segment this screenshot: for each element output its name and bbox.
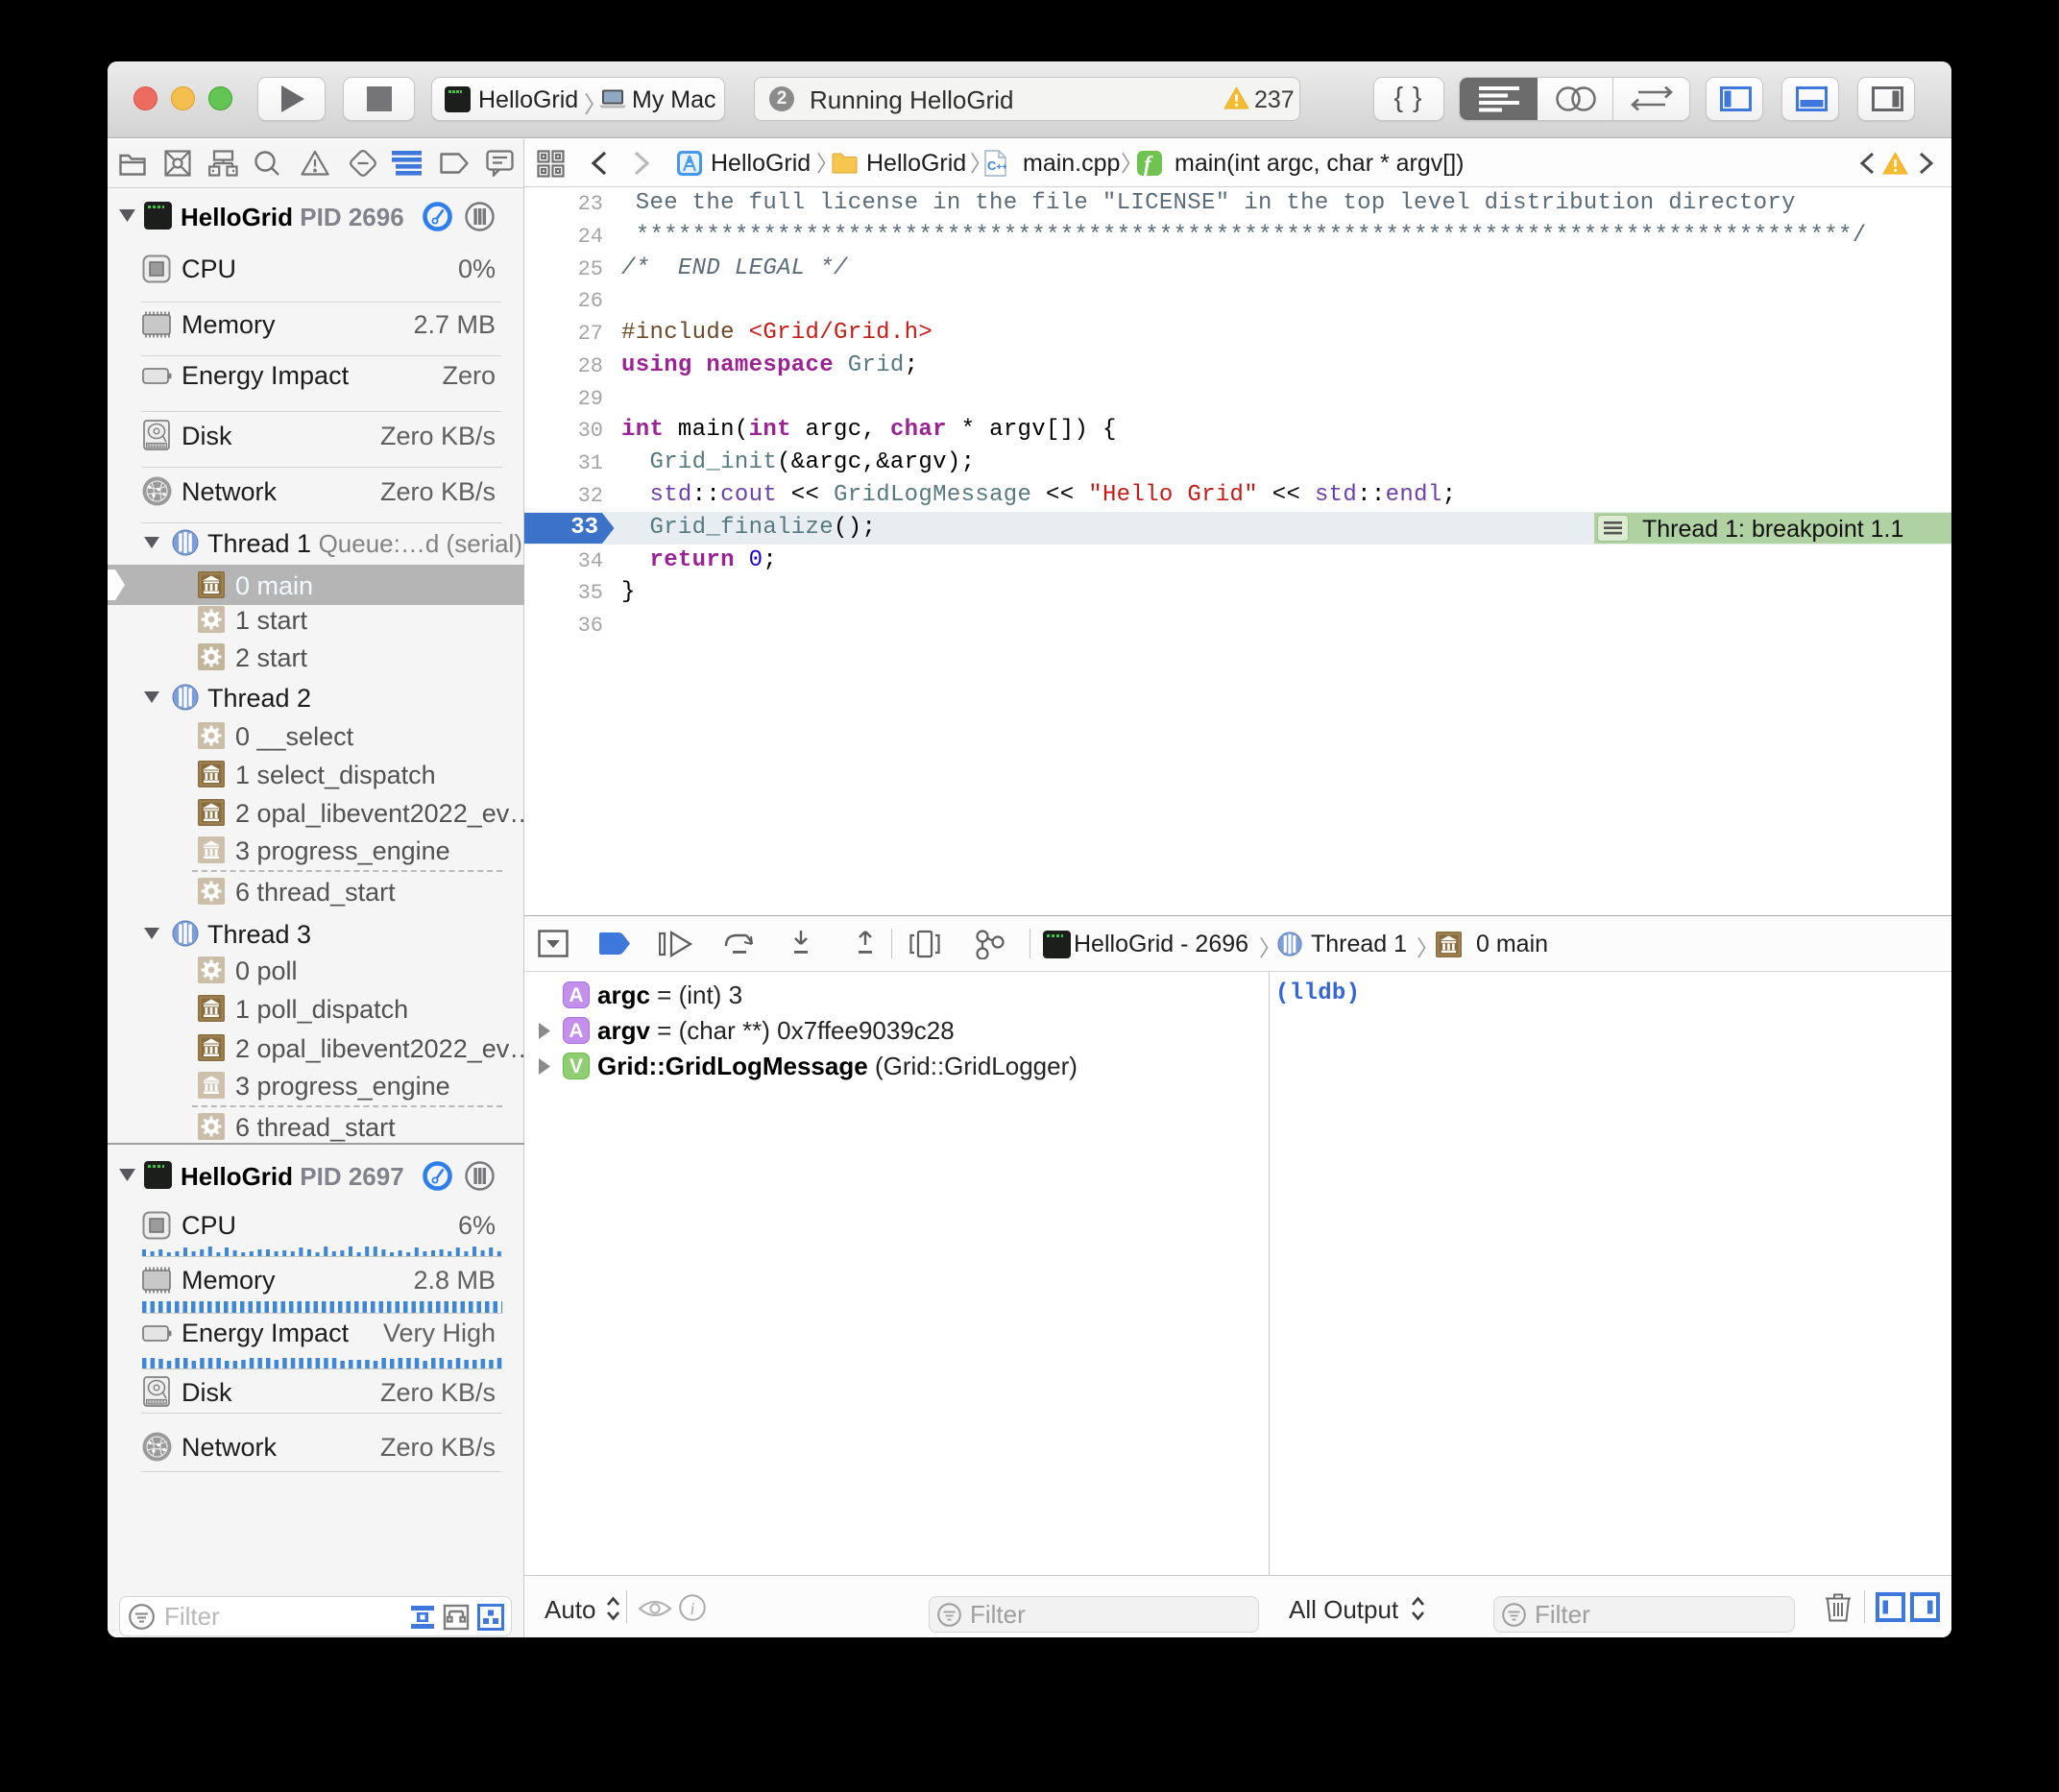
- svg-text:i: i: [690, 1599, 695, 1618]
